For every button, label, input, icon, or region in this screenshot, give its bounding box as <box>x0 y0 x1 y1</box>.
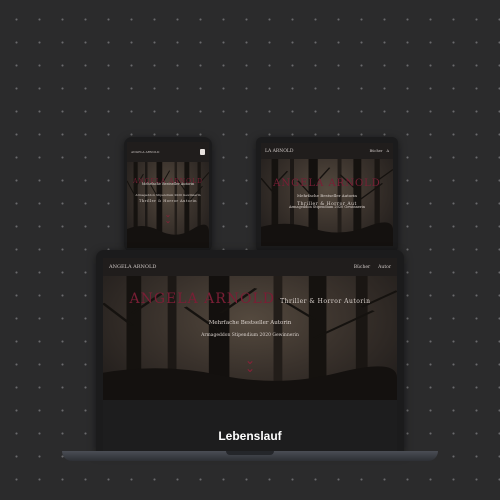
hero-tagline: Mehrfache Bestseller Autorin <box>208 320 292 326</box>
tablet-navbar: LA ARNOLD Bücher A <box>261 143 393 159</box>
laptop-menu: Bücher Autor <box>354 265 391 270</box>
hero-name: ANGELA ARNOLD <box>273 178 381 189</box>
laptop-mockup: ANGELA ARNOLD Bücher Autor ANGELA ARNOLD… <box>96 250 404 453</box>
hero-award: Armageddon Stipendium 2020 Gewinnerin <box>288 205 366 209</box>
chevron-double-down-icon[interactable]: ⌄ ⌄ <box>127 211 209 225</box>
hero-name: ANGELA ARNOLD <box>129 291 276 307</box>
nav-item-author[interactable]: Autor <box>378 265 391 270</box>
nav-item-author[interactable]: A <box>386 149 389 153</box>
tablet-logo[interactable]: LA ARNOLD <box>265 149 294 154</box>
phone-logo[interactable]: ANGELA ARNOLD <box>131 150 159 154</box>
tablet-menu: Bücher A <box>370 149 389 153</box>
tablet-mockup: LA ARNOLD Bücher A ANGELA ARNOLD Thrille… <box>256 137 398 252</box>
hero-tagline: Mehrfache Bestseller Autorin <box>141 182 195 186</box>
phone-mockup: ANGELA ARNOLD ANGELA ARNOLD Thriller & H… <box>124 137 212 252</box>
hamburger-menu-icon[interactable] <box>200 149 205 155</box>
hero-genre: Thriller & Horror Autorin <box>280 298 371 305</box>
hero-tagline: Mehrfache Bestseller Autorin <box>296 193 357 198</box>
chevron-double-down-icon[interactable]: ⌄ ⌄ <box>103 354 397 374</box>
hero-award: Armageddon Stipendium 2020 Gewinnerin <box>135 193 201 197</box>
caption-title: Lebenslauf <box>218 429 282 443</box>
tablet-screen: LA ARNOLD Bücher A ANGELA ARNOLD Thrille… <box>261 143 393 246</box>
laptop-navbar: ANGELA ARNOLD Bücher Autor <box>103 258 397 276</box>
laptop-notch <box>226 451 274 455</box>
phone-screen: ANGELA ARNOLD ANGELA ARNOLD Thriller & H… <box>127 142 209 248</box>
nav-item-books[interactable]: Bücher <box>354 265 370 270</box>
hero-genre: Thriller & Horror Autorin <box>139 199 197 203</box>
phone-navbar: ANGELA ARNOLD <box>127 142 209 162</box>
tablet-hero: ANGELA ARNOLD Thriller & Horror Aut Mehr… <box>261 159 393 246</box>
laptop-hero: ANGELA ARNOLD Thriller & Horror Autorin … <box>103 276 397 400</box>
nav-item-books[interactable]: Bücher <box>370 149 383 153</box>
phone-hero: ANGELA ARNOLD Thriller & Horror Autorin … <box>127 162 209 248</box>
laptop-footer-section <box>103 400 397 453</box>
laptop-screen: ANGELA ARNOLD Bücher Autor ANGELA ARNOLD… <box>103 258 397 453</box>
hero-award: Armageddon Stipendium 2020 Gewinnerin <box>201 333 299 338</box>
laptop-logo[interactable]: ANGELA ARNOLD <box>109 264 156 270</box>
